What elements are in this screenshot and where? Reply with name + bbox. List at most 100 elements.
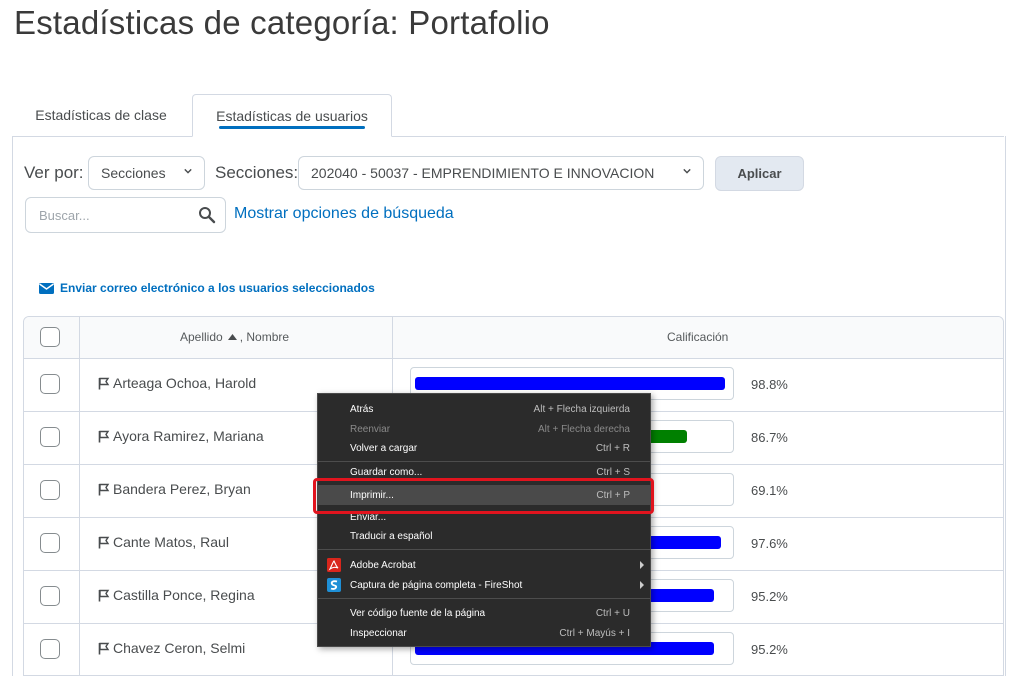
row-select-cell — [24, 358, 80, 411]
flag-icon — [98, 377, 110, 389]
search-icon[interactable] — [198, 206, 216, 224]
fireshot-icon — [327, 578, 341, 592]
student-name: Cante Matos, Raul — [98, 534, 229, 550]
flag-icon — [98, 430, 110, 442]
adobe-acrobat-icon — [327, 558, 341, 572]
menu-item-label: Volver a cargar — [350, 442, 418, 454]
student-name-text[interactable]: Castilla Ponce, Regina — [113, 587, 255, 603]
student-name-text[interactable]: Bandera Perez, Bryan — [113, 481, 251, 497]
view-by-select[interactable]: Secciones — [88, 156, 205, 190]
menu-item-label: Atrás — [350, 403, 374, 415]
student-name: Bandera Perez, Bryan — [98, 481, 251, 497]
menu-item-reload[interactable]: Volver a cargar Ctrl + R — [318, 438, 650, 458]
search-placeholder: Buscar... — [39, 208, 90, 223]
grade-percent: 98.8% — [751, 377, 788, 392]
menu-item-label: Ver código fuente de la página — [350, 607, 486, 619]
menu-separator — [318, 461, 650, 462]
email-selected-users-link[interactable]: Enviar correo electrónico a los usuarios… — [39, 281, 375, 295]
row-select-cell — [24, 623, 80, 675]
view-by-label: Ver por: — [24, 163, 84, 182]
menu-item-forward: Reenviar Alt + Flecha derecha — [318, 419, 650, 439]
menu-item-shortcut: Alt + Flecha derecha — [538, 423, 630, 435]
row-checkbox[interactable] — [40, 480, 60, 500]
name-sort-header[interactable]: Apellido , Nombre — [180, 330, 289, 344]
grade-header: Calificación — [667, 330, 729, 344]
student-name: Chavez Ceron, Selmi — [98, 640, 245, 656]
row-select-cell — [24, 464, 80, 517]
menu-item-inspect[interactable]: Inspeccionar Ctrl + Mayús + I — [318, 623, 650, 643]
select-all-checkbox[interactable] — [40, 327, 60, 347]
sort-ascending-icon — [227, 334, 237, 340]
tab-user-stats-label: Estadísticas de usuarios — [216, 107, 368, 124]
menu-item-adobe-acrobat[interactable]: Adobe Acrobat — [318, 555, 650, 575]
menu-separator — [318, 598, 650, 599]
menu-item-back[interactable]: Atrás Alt + Flecha izquierda — [318, 399, 650, 419]
row-select-cell — [24, 411, 80, 464]
last-name-header[interactable]: Apellido — [180, 330, 223, 344]
student-name-text[interactable]: Cante Matos, Raul — [113, 534, 229, 550]
submenu-arrow-icon — [640, 581, 644, 589]
tab-class-stats[interactable]: Estadísticas de clase — [12, 94, 190, 136]
menu-item-shortcut: Ctrl + S — [596, 467, 630, 478]
flag-icon — [98, 642, 110, 654]
tab-bar: Estadísticas de clase Estadísticas de us… — [12, 94, 1004, 137]
grade-percent: 95.2% — [751, 589, 788, 604]
view-by-value: Secciones — [101, 165, 166, 181]
select-all-cell — [24, 317, 80, 358]
menu-item-label: Captura de página completa - FireShot — [350, 579, 523, 591]
row-checkbox[interactable] — [40, 533, 60, 553]
row-checkbox[interactable] — [40, 586, 60, 606]
student-name: Ayora Ramirez, Mariana — [98, 428, 264, 444]
grade-bar-fill — [415, 377, 725, 390]
menu-item-label: Adobe Acrobat — [350, 559, 416, 571]
student-name: Castilla Ponce, Regina — [98, 587, 255, 603]
first-name-header[interactable]: , Nombre — [240, 330, 289, 344]
menu-item-fireshot[interactable]: Captura de página completa - FireShot — [318, 575, 650, 595]
grade-percent: 69.1% — [751, 483, 788, 498]
flag-icon — [98, 483, 110, 495]
menu-separator — [318, 549, 650, 550]
menu-item-shortcut: Ctrl + Mayús + I — [559, 627, 630, 639]
student-name-text[interactable]: Arteaga Ochoa, Harold — [113, 375, 256, 391]
highlight-annotation-box — [313, 478, 654, 514]
student-name: Arteaga Ochoa, Harold — [98, 375, 256, 391]
search-input[interactable]: Buscar... — [25, 197, 226, 233]
name-header-cell: Apellido , Nombre — [79, 317, 393, 358]
advanced-search-link[interactable]: Mostrar opciones de búsqueda — [234, 205, 454, 223]
submenu-arrow-icon — [640, 561, 644, 569]
menu-item-shortcut: Ctrl + R — [595, 442, 630, 454]
context-menu: Atrás Alt + Flecha izquierda Reenviar Al… — [317, 393, 651, 647]
menu-item-shortcut: Ctrl + U — [595, 607, 630, 619]
table-header-row: Apellido , Nombre Calificación — [24, 317, 1003, 359]
page-title: Estadísticas de categoría: Portafolio — [14, 4, 550, 41]
menu-item-view-source[interactable]: Ver código fuente de la página Ctrl + U — [318, 603, 650, 623]
email-link-label: Enviar correo electrónico a los usuarios… — [60, 281, 375, 295]
grade-percent: 97.6% — [751, 536, 788, 551]
menu-item-label: Reenviar — [350, 423, 391, 435]
row-checkbox[interactable] — [40, 639, 60, 659]
menu-item-label: Traducir a español — [350, 530, 433, 542]
chevron-down-icon — [683, 168, 691, 174]
sections-value: 202040 - 50037 - EMPRENDIMIENTO E INNOVA… — [311, 165, 655, 181]
row-checkbox[interactable] — [40, 374, 60, 394]
email-icon — [39, 282, 54, 294]
flag-icon — [98, 589, 110, 601]
tab-user-stats[interactable]: Estadísticas de usuarios — [192, 94, 392, 137]
grade-percent: 86.7% — [751, 430, 788, 445]
menu-item-label: Inspeccionar — [350, 627, 407, 639]
student-name-text[interactable]: Chavez Ceron, Selmi — [113, 640, 245, 656]
sections-label: Secciones: — [215, 163, 299, 182]
sections-select[interactable]: 202040 - 50037 - EMPRENDIMIENTO E INNOVA… — [298, 156, 704, 190]
menu-item-translate[interactable]: Traducir a español — [318, 526, 650, 546]
active-tab-indicator — [219, 126, 365, 129]
chevron-down-icon — [184, 168, 192, 174]
menu-item-label: Guardar como... — [350, 467, 423, 478]
row-select-cell — [24, 570, 80, 623]
flag-icon — [98, 536, 110, 548]
row-checkbox[interactable] — [40, 427, 60, 447]
menu-item-shortcut: Alt + Flecha izquierda — [533, 403, 630, 415]
grade-percent: 95.2% — [751, 642, 788, 657]
apply-button[interactable]: Aplicar — [715, 156, 804, 191]
row-select-cell — [24, 517, 80, 570]
student-name-text[interactable]: Ayora Ramirez, Mariana — [113, 428, 264, 444]
